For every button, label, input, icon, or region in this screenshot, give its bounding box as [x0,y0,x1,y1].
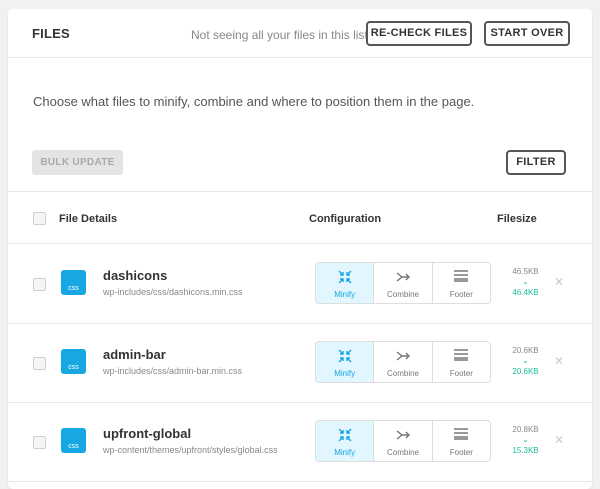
minify-label: Minify [334,448,356,457]
chevron-down-icon: ⌄ [522,277,529,286]
chevron-down-icon: ⌄ [522,435,529,444]
configuration-options: Minify Combine Footer [315,341,491,383]
footer-position-icon [454,270,469,282]
column-filesize: Filesize [497,213,537,225]
recheck-hint: Not seeing all your files in this list? [191,28,375,42]
combine-label: Combine [386,369,419,378]
files-panel: FILES Not seeing all your files in this … [8,9,592,489]
compress-icon [337,349,353,363]
merge-arrow-icon [395,349,411,363]
column-configuration: Configuration [309,213,382,225]
optimized-size: 46.4KB [512,288,539,297]
footer-position-icon [454,428,469,440]
merge-arrow-icon [395,270,411,284]
close-icon[interactable]: ✕ [554,275,564,289]
configuration-options: Minify Combine Footer [315,262,491,304]
original-size: 46.5KB [512,267,539,276]
minify-toggle[interactable]: Minify [316,263,375,303]
close-icon[interactable]: ✕ [554,354,564,368]
panel-header: FILES Not seeing all your files in this … [8,9,592,58]
compress-icon [337,428,353,442]
file-name: admin-bar [103,347,166,362]
recheck-files-button[interactable]: RE-CHECK FILES [366,21,472,46]
footer-toggle[interactable]: Footer [432,342,490,382]
file-type-label: css [68,443,79,450]
combine-toggle[interactable]: Combine [374,342,433,382]
file-path: wp-includes/css/dashicons.min.css [103,287,243,297]
original-size: 20.6KB [512,346,539,355]
table-row: css admin-bar wp-includes/css/admin-bar.… [8,324,592,403]
footer-label: Footer [449,290,473,299]
chevron-down-icon: ⌄ [522,356,529,365]
minify-toggle[interactable]: Minify [316,342,375,382]
footer-position-icon [454,349,469,361]
file-path: wp-includes/css/admin-bar.min.css [103,366,243,376]
minify-label: Minify [334,369,356,378]
css-file-icon: css [61,349,86,374]
footer-label: Footer [449,448,473,457]
select-all-checkbox[interactable] [33,212,46,225]
combine-toggle[interactable]: Combine [374,263,433,303]
table-header: File Details Configuration Filesize [8,191,592,244]
column-file-details: File Details [59,213,118,225]
minify-toggle[interactable]: Minify [316,421,375,461]
original-size: 20.8KB [512,425,539,434]
compress-icon [337,270,353,284]
file-name: upfront-global [103,426,192,441]
footer-toggle[interactable]: Footer [432,263,490,303]
footer-label: Footer [449,369,473,378]
close-icon[interactable]: ✕ [554,433,564,447]
combine-toggle[interactable]: Combine [374,421,433,461]
optimized-size: 20.6KB [512,367,539,376]
configuration-options: Minify Combine Footer [315,420,491,462]
bulk-update-button[interactable]: BULK UPDATE [32,150,123,175]
row-checkbox[interactable] [33,278,46,291]
optimized-size: 15.3KB [512,446,539,455]
file-type-label: css [68,285,79,292]
table-row: css dashicons wp-includes/css/dashicons.… [8,245,592,324]
row-checkbox[interactable] [33,436,46,449]
merge-arrow-icon [395,428,411,442]
description-text: Choose what files to minify, combine and… [33,94,475,109]
css-file-icon: css [61,270,86,295]
minify-label: Minify [334,290,356,299]
start-over-button[interactable]: START OVER [484,21,570,46]
footer-toggle[interactable]: Footer [432,421,490,461]
combine-label: Combine [386,290,419,299]
file-type-label: css [68,364,79,371]
filter-button[interactable]: FILTER [506,150,566,175]
row-checkbox[interactable] [33,357,46,370]
table-row: css upfront-global wp-content/themes/upf… [8,403,592,482]
combine-label: Combine [386,448,419,457]
css-file-icon: css [61,428,86,453]
file-name: dashicons [103,268,168,283]
page-title: FILES [32,26,70,41]
file-path: wp-content/themes/upfront/styles/global.… [103,445,278,455]
